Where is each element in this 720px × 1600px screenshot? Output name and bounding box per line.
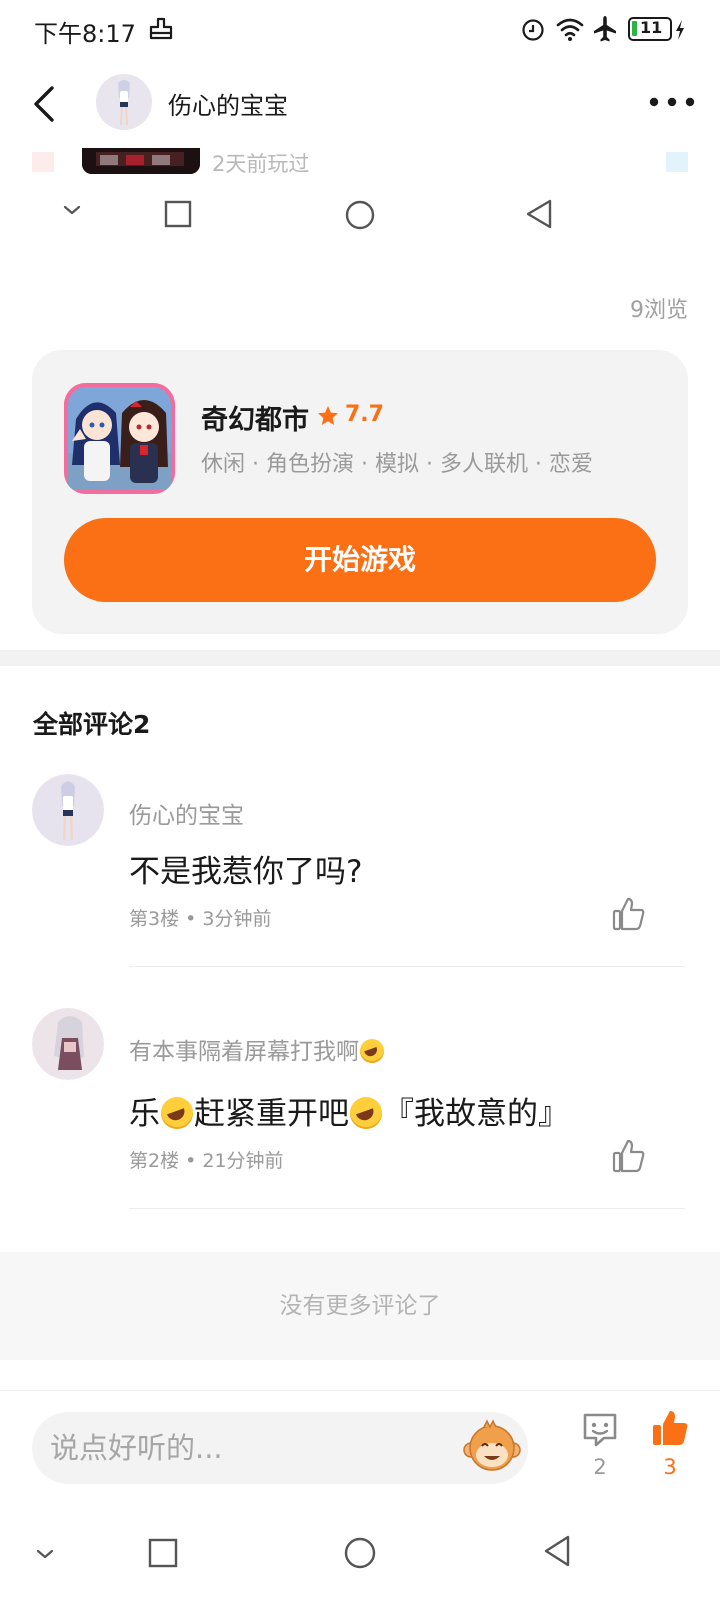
comment-avatar[interactable]: [32, 774, 104, 846]
strip-pink-block: [32, 152, 54, 172]
comment-separator: [129, 966, 685, 967]
comment-text-part: 赶紧重开吧: [194, 1096, 349, 1132]
comment-count: 2: [593, 1455, 607, 1479]
status-time: 下午8:17: [34, 20, 136, 48]
triangle-back-icon[interactable]: [524, 198, 554, 230]
header-avatar[interactable]: [96, 74, 152, 130]
monkey-face-icon[interactable]: [462, 1418, 522, 1478]
emoji-laugh-icon: [350, 1097, 382, 1129]
triangle-back-icon[interactable]: [542, 1534, 572, 1568]
circle-icon[interactable]: [344, 199, 376, 231]
alarm-icon: [522, 19, 544, 41]
game-art-icon: [64, 383, 175, 494]
comment-author[interactable]: 有本事隔着屏幕打我啊: [129, 1032, 385, 1066]
charging-icon: [676, 20, 684, 40]
avatar-figure-icon: [32, 1008, 104, 1080]
comment-text-part: 乐: [129, 1096, 160, 1132]
comment-avatar[interactable]: [32, 1008, 104, 1080]
square-icon[interactable]: [164, 200, 192, 228]
game-tags: 休闲 · 角色扮演 · 模拟 · 多人联机 · 恋爱: [201, 452, 593, 477]
like-icon[interactable]: [611, 1138, 647, 1174]
thumb-up-filled-icon[interactable]: [650, 1408, 690, 1448]
emoji-laugh-icon: [360, 1039, 384, 1063]
strip-thumb-art: [82, 148, 200, 174]
chevron-down-icon[interactable]: [35, 1546, 55, 1562]
status-bar: 下午8:17 11: [0, 0, 720, 56]
battery-icon: 11: [628, 17, 672, 41]
strip-thumbnail: [82, 148, 200, 174]
game-rating: 7.7: [345, 402, 384, 427]
comment-author-text: 有本事隔着屏幕打我啊: [129, 1039, 359, 1065]
section-divider: [0, 650, 720, 666]
comment-author[interactable]: 伤心的宝宝: [129, 796, 244, 830]
more-icon[interactable]: [648, 84, 696, 120]
avatar-figure-icon: [32, 774, 104, 846]
comment-meta: 第3楼 • 3分钟前: [129, 908, 272, 930]
star-icon: [318, 406, 338, 425]
airplane-icon: [594, 16, 616, 42]
no-more-comments: 没有更多评论了: [0, 1252, 720, 1360]
game-name[interactable]: 奇幻都市: [201, 398, 309, 437]
comment-separator: [129, 1208, 685, 1209]
comment-input[interactable]: [32, 1412, 528, 1484]
comment-text-part: 『我故意的』: [383, 1096, 569, 1132]
wifi-icon: [556, 18, 584, 41]
comment-text: 乐赶紧重开吧 『我故意的』: [129, 1088, 569, 1133]
strip-played-text: 2天前玩过: [212, 152, 310, 176]
comment-meta: 第2楼 • 21分钟前: [129, 1150, 284, 1172]
printer-icon: [149, 17, 173, 40]
game-icon[interactable]: [64, 383, 175, 494]
back-icon[interactable]: [26, 84, 66, 124]
comment-text: 不是我惹你了吗?: [129, 854, 363, 890]
like-icon[interactable]: [611, 896, 647, 932]
start-game-button[interactable]: 开始游戏: [64, 518, 656, 602]
comment-icon[interactable]: [580, 1410, 620, 1450]
emoji-laugh-icon: [161, 1097, 193, 1129]
views-count: 9浏览: [630, 298, 688, 323]
header-user-name[interactable]: 伤心的宝宝: [168, 86, 288, 121]
comments-title: 全部评论2: [33, 710, 151, 739]
battery-level: [632, 21, 637, 36]
avatar-figure-icon: [96, 74, 152, 130]
circle-icon[interactable]: [343, 1536, 377, 1570]
square-icon[interactable]: [148, 1538, 178, 1568]
strip-blue-block: [666, 152, 688, 172]
battery-text: 11: [640, 18, 663, 37]
chevron-down-icon[interactable]: [62, 202, 82, 218]
like-count: 3: [663, 1455, 677, 1479]
